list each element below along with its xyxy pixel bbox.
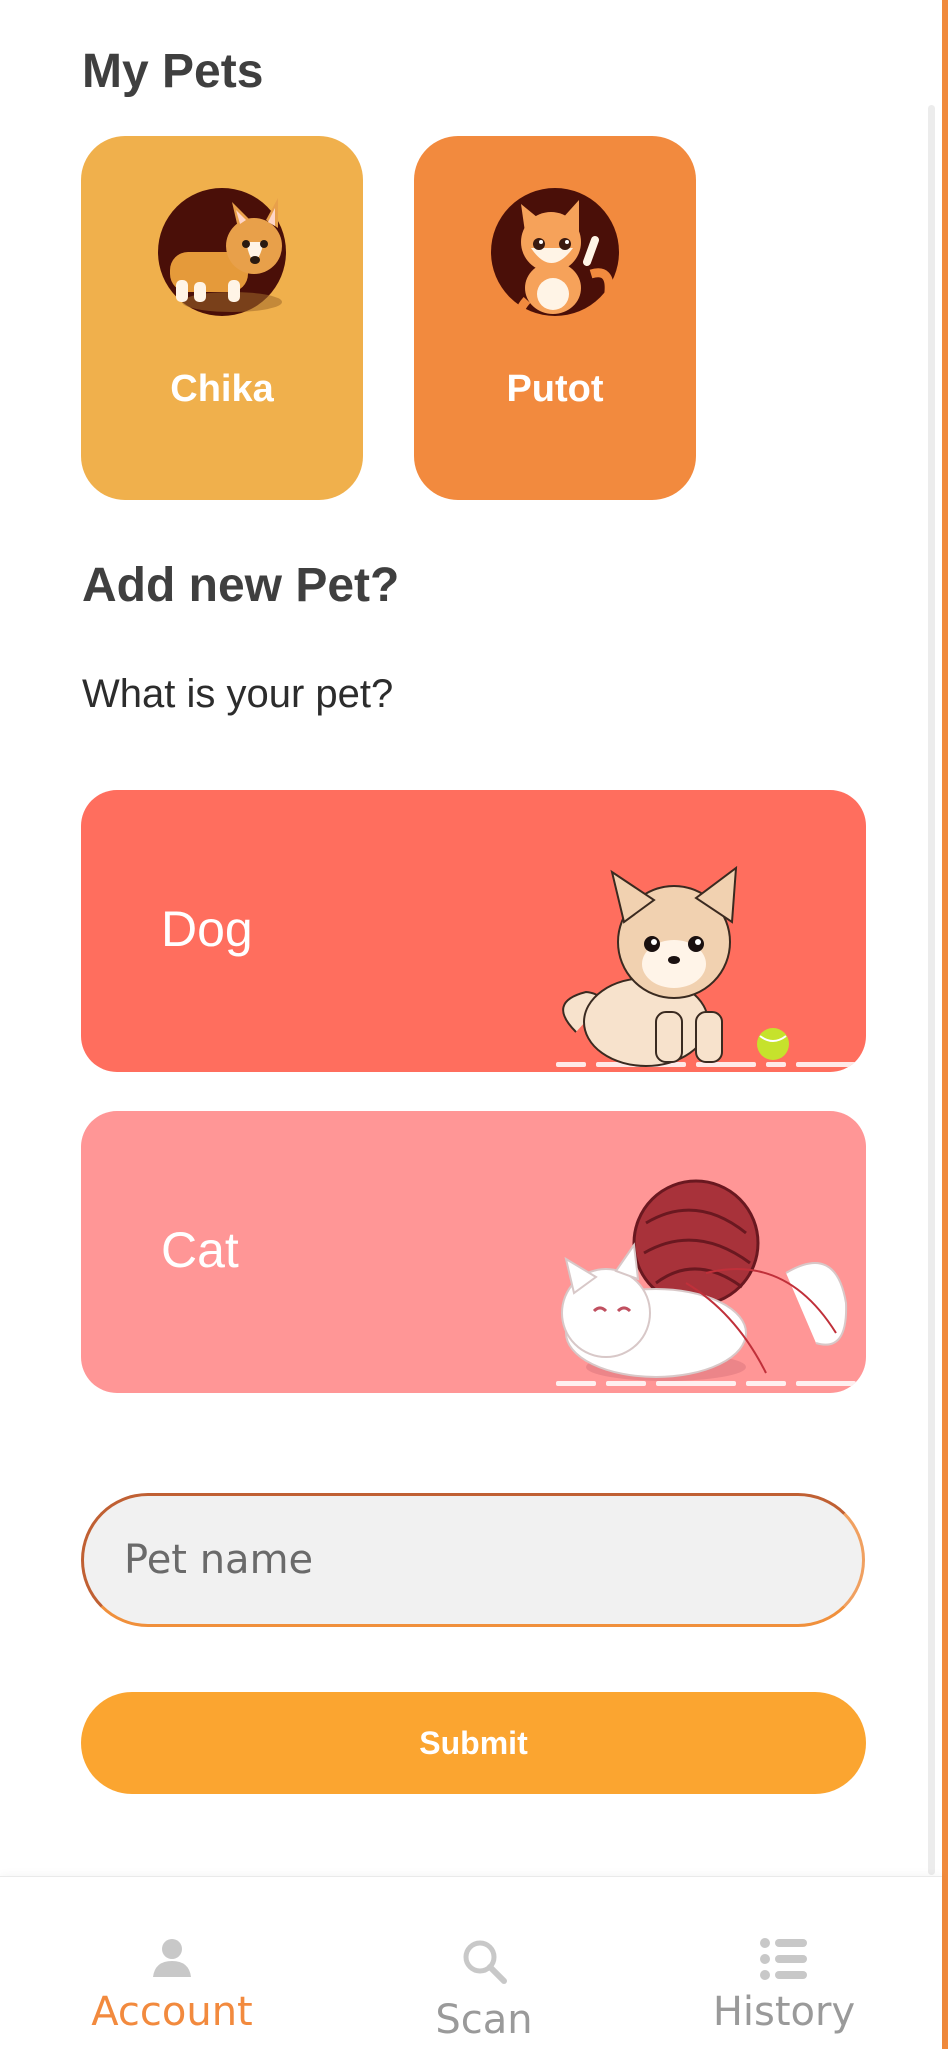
cat-option-card[interactable]: Cat (81, 1111, 866, 1393)
nav-item-history[interactable]: History (664, 1877, 904, 2049)
dog-option-card[interactable]: Dog (81, 790, 866, 1072)
pet-name-label: Putot (506, 368, 604, 410)
nav-item-scan[interactable]: Scan (364, 1877, 604, 2049)
submit-button[interactable]: Submit (81, 1692, 866, 1794)
top-sheet-edge (0, 0, 942, 40)
cat-with-yarn-illustration-icon (556, 1179, 856, 1386)
pet-name-input[interactable] (81, 1493, 865, 1627)
page-title: My Pets (82, 45, 264, 98)
puppy-illustration-icon (556, 865, 856, 1067)
nav-item-account[interactable]: Account (52, 1877, 292, 2049)
pet-card-putot[interactable]: Putot (414, 136, 696, 500)
pet-card-chika[interactable]: Chika (81, 136, 363, 500)
list-icon (759, 1937, 809, 1986)
kitten-avatar-icon (491, 188, 619, 329)
corgi-avatar-icon (158, 188, 286, 316)
app-screen: My Pets Chika Putot Add new Pet? What is… (0, 0, 942, 2049)
person-icon (151, 1937, 193, 1984)
dog-option-label: Dog (161, 901, 253, 957)
cat-option-label: Cat (161, 1222, 239, 1278)
search-icon (460, 1937, 508, 1990)
add-pet-heading: Add new Pet? (82, 559, 400, 612)
nav-label: Scan (435, 1997, 533, 2043)
nav-label: Account (91, 1989, 253, 2035)
pet-name-label: Chika (170, 368, 274, 410)
pet-type-question: What is your pet? (82, 672, 394, 716)
nav-label: History (712, 1989, 856, 2035)
bottom-navigation: Account Scan History (0, 1876, 942, 2049)
scrollbar[interactable] (928, 105, 935, 1875)
